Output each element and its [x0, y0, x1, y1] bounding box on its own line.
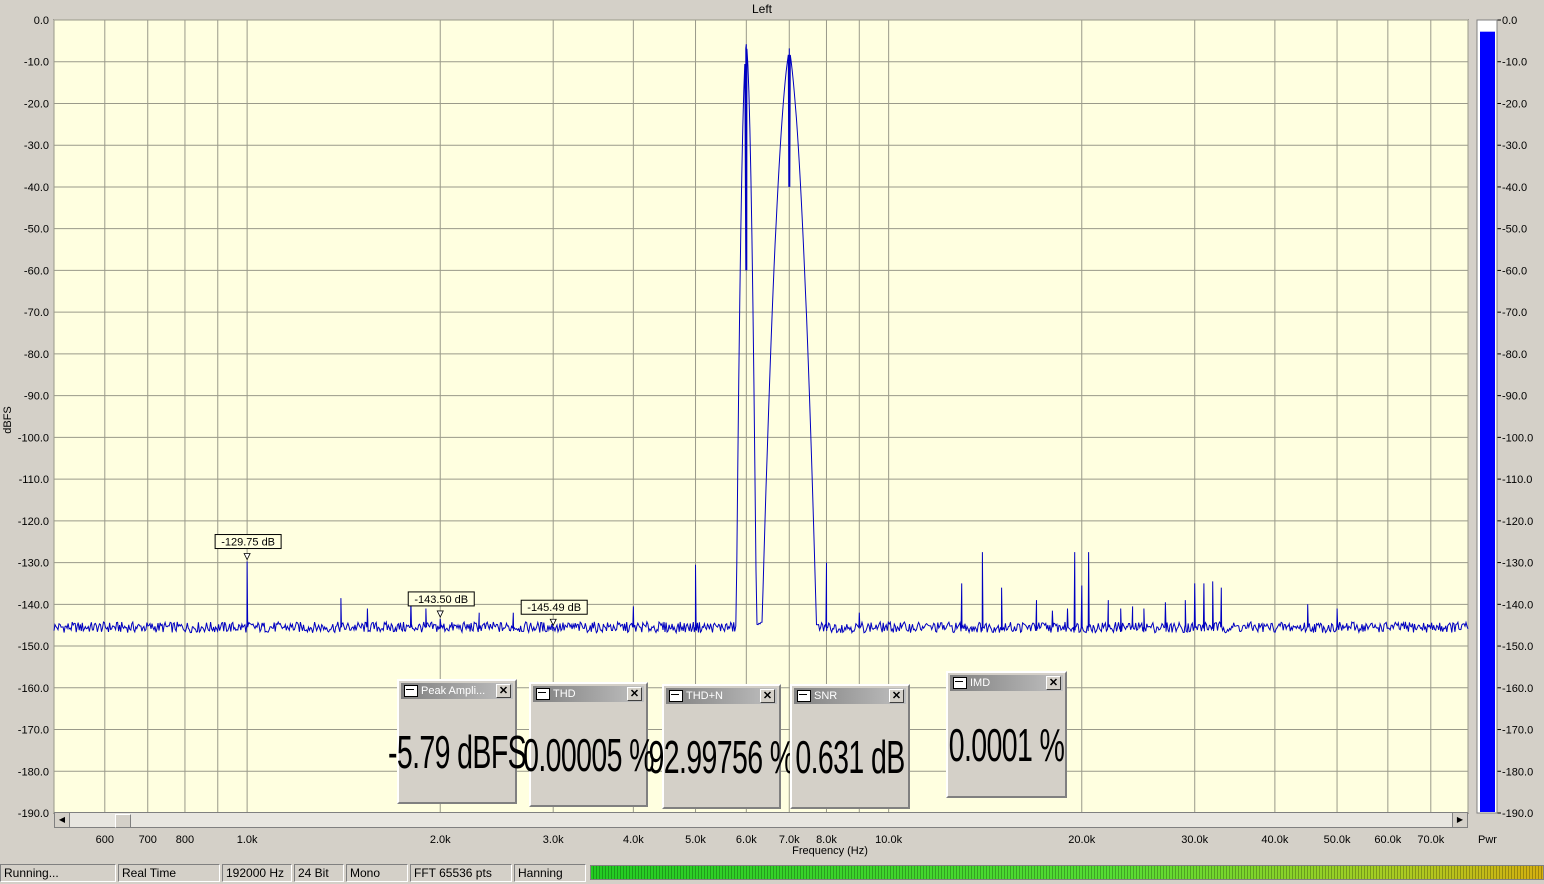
y-tick-label: -180.0 [18, 766, 49, 778]
y-tick-label-right: -130.0 [1502, 558, 1533, 570]
marker-label: -129.75 dB [221, 537, 275, 549]
y-tick-label: -60.0 [24, 265, 49, 277]
meter-titlebar[interactable]: THD+N ✕ [666, 688, 777, 704]
meter-value: -5.79 dBFS [387, 725, 527, 778]
y-tick-label: -190.0 [18, 808, 49, 820]
meter-imd[interactable]: IMD ✕ 0.0001 % [946, 671, 1067, 798]
y-tick-label: -90.0 [24, 391, 49, 403]
power-meter-bar [1480, 31, 1495, 812]
y-tick-label: -120.0 [18, 516, 49, 528]
y-tick-label: -70.0 [24, 307, 49, 319]
y-tick-label-right: -160.0 [1502, 683, 1533, 695]
meter-thd-n[interactable]: THD+N ✕ 92.99756 % [648, 684, 795, 809]
y-tick-label-right: -50.0 [1502, 224, 1527, 236]
close-icon[interactable]: ✕ [627, 687, 642, 701]
y-tick-label: -160.0 [18, 683, 49, 695]
waveform-icon [404, 685, 418, 697]
y-tick-label-right: -120.0 [1502, 516, 1533, 528]
y-tick-label-right: -10.0 [1502, 57, 1527, 69]
meter-title: THD [553, 688, 576, 700]
close-icon[interactable]: ✕ [496, 684, 511, 698]
close-icon[interactable]: ✕ [889, 689, 904, 703]
y-tick-label: -130.0 [18, 558, 49, 570]
scroll-thumb[interactable] [115, 814, 131, 828]
status-mode: Real Time [118, 864, 220, 882]
y-axis-ticks-right: 0.0 -10.0 -20.0 -30.0 -40.0 -50.0 -60.0 -70.0 -8… [1497, 15, 1533, 820]
y-tick-label-right: -190.0 [1502, 808, 1533, 820]
status-channels: Mono [346, 864, 408, 882]
y-tick-label-right: -100.0 [1502, 432, 1533, 444]
power-label: Pwr [1478, 834, 1497, 846]
meter-value: 0.631 dB [795, 730, 905, 783]
marker-label: -143.50 dB [414, 594, 468, 606]
meter-value: 0.0001 % [948, 718, 1065, 771]
meter-value: 0.00005 % [523, 728, 654, 781]
y-tick-label: -20.0 [24, 98, 49, 110]
meter-title: Peak Ampli... [421, 685, 486, 697]
scroll-right-arrow-icon[interactable]: ▶ [1452, 813, 1467, 827]
y-tick-label-right: -140.0 [1502, 599, 1533, 611]
y-tick-label-right: 0.0 [1502, 15, 1517, 27]
y-tick-label: -140.0 [18, 599, 49, 611]
y-tick-label-right: -60.0 [1502, 265, 1527, 277]
meter-snr[interactable]: SNR ✕ 0.631 dB [790, 684, 910, 809]
meter-titlebar[interactable]: IMD ✕ [950, 675, 1063, 691]
y-tick-label: -80.0 [24, 349, 49, 361]
y-axis-label: dBFS [1, 406, 14, 434]
y-tick-label: -170.0 [18, 725, 49, 737]
meter-peak-amplitude[interactable]: Peak Ampli... ✕ -5.79 dBFS [387, 679, 527, 804]
status-bit-depth: 24 Bit [294, 864, 344, 882]
y-tick-label: -10.0 [24, 57, 49, 69]
marker-label: -145.49 dB [527, 602, 581, 614]
y-axis-ticks: 0.0 -10.0 -20.0 -30.0 -40.0 -50.0 -60.0 -70.0 -8… [18, 15, 49, 820]
y-tick-label: 0.0 [34, 15, 49, 27]
y-tick-label-right: -30.0 [1502, 140, 1527, 152]
meter-title: SNR [814, 690, 838, 702]
waveform-icon [797, 690, 811, 702]
status-fft-size: FFT 65536 pts [410, 864, 512, 882]
input-level-meter [590, 865, 1544, 880]
y-tick-label: -110.0 [19, 474, 49, 486]
meter-title: THD+N [686, 690, 723, 702]
status-state: Running... [0, 864, 116, 882]
y-tick-label-right: -80.0 [1502, 349, 1527, 361]
horizontal-scrollbar[interactable]: ◀ ▶ [54, 812, 1468, 828]
y-tick-label-right: -150.0 [1502, 641, 1533, 653]
meter-titlebar[interactable]: SNR ✕ [794, 688, 906, 704]
waveform-icon [669, 690, 683, 702]
y-tick-label-right: -90.0 [1502, 391, 1527, 403]
meter-title: IMD [970, 677, 991, 689]
scroll-left-arrow-icon[interactable]: ◀ [55, 813, 70, 827]
y-tick-label: -30.0 [24, 140, 49, 152]
status-window-function: Hanning [514, 864, 586, 882]
meter-titlebar[interactable]: Peak Ampli... ✕ [401, 683, 513, 699]
y-tick-label-right: -70.0 [1502, 307, 1527, 319]
x-axis-label: Frequency (Hz) [792, 845, 868, 857]
y-tick-label-right: -170.0 [1502, 725, 1533, 737]
meter-titlebar[interactable]: THD ✕ [533, 686, 644, 702]
meter-value: 92.99756 % [648, 730, 795, 783]
y-tick-label: -150.0 [18, 641, 49, 653]
close-icon[interactable]: ✕ [760, 689, 775, 703]
y-tick-label-right: -40.0 [1502, 182, 1527, 194]
waveform-icon [953, 677, 967, 689]
meter-thd[interactable]: THD ✕ 0.00005 % [523, 682, 655, 807]
y-tick-label: -100.0 [18, 432, 49, 444]
y-tick-label-right: -20.0 [1502, 98, 1527, 110]
status-sample-rate: 192000 Hz [222, 864, 292, 882]
y-tick-label: -50.0 [24, 224, 49, 236]
close-icon[interactable]: ✕ [1046, 676, 1061, 690]
y-tick-label-right: -110.0 [1502, 474, 1532, 486]
y-tick-label-right: -180.0 [1502, 766, 1533, 778]
y-tick-label: -40.0 [24, 182, 49, 194]
waveform-icon [536, 688, 550, 700]
